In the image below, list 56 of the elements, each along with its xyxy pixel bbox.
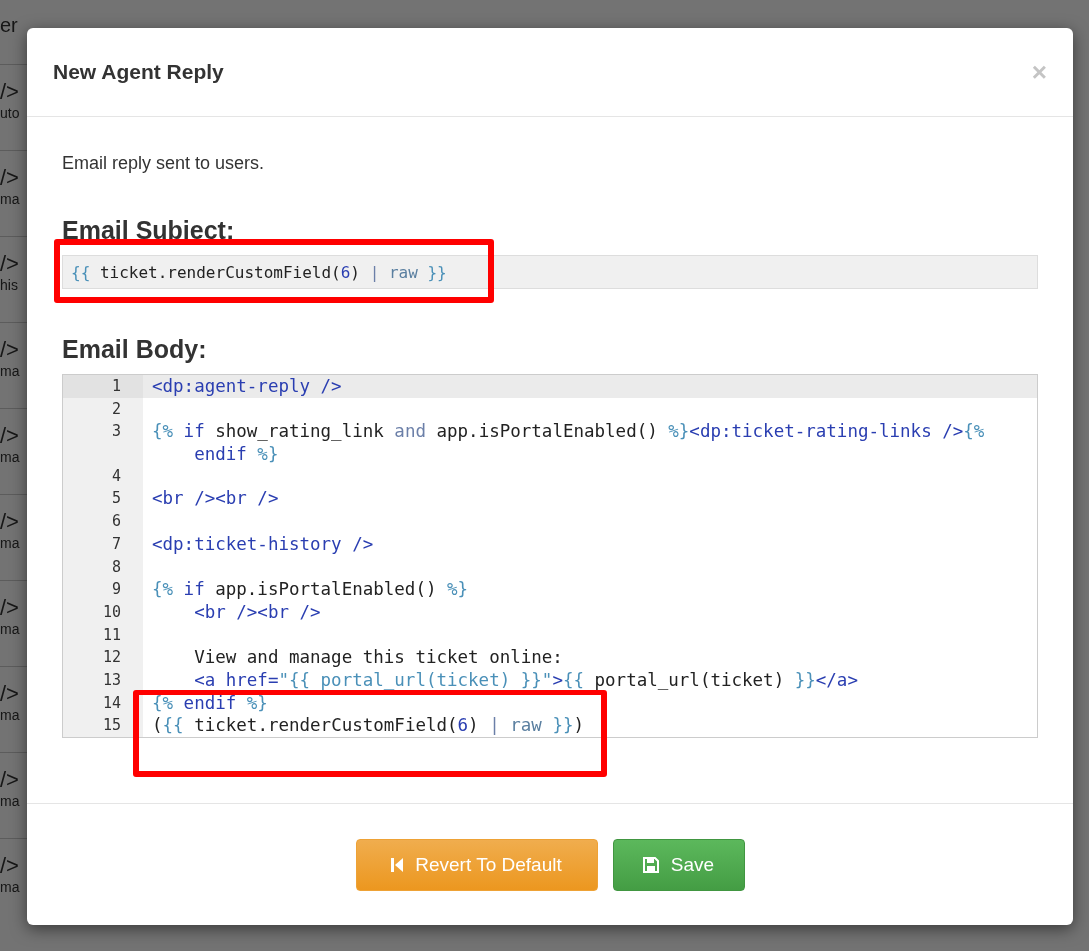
- code-line: <br /><br />: [193, 600, 322, 624]
- line-number: 12: [101, 647, 122, 669]
- code-line: ({{ ticket.renderCustomField(6) | raw }}): [151, 714, 586, 737]
- code-editor[interactable]: [62, 374, 1038, 738]
- background-text: his: [0, 277, 18, 293]
- line-number: 15: [101, 715, 122, 737]
- description-text: Email reply sent to users.: [62, 153, 266, 174]
- line-number: 5: [110, 488, 122, 510]
- background-text: />: [0, 767, 19, 793]
- line-number: 13: [101, 669, 122, 691]
- background-text: />: [0, 251, 19, 277]
- save-button[interactable]: Save: [612, 838, 745, 891]
- background-text: />: [0, 509, 19, 535]
- subject-field[interactable]: {{ ticket.renderCustomField(6) | raw }}: [62, 255, 1038, 289]
- background-text: ma: [0, 535, 20, 551]
- line-number: 2: [110, 398, 122, 420]
- background-text: er: [0, 14, 19, 38]
- skip-back-icon: [391, 856, 404, 873]
- background-text: ma: [0, 191, 20, 207]
- background-text: />: [0, 595, 19, 621]
- line-number: 11: [101, 624, 122, 646]
- section-heading: Email Body:: [62, 335, 208, 364]
- background-text: />: [0, 79, 19, 105]
- close-button[interactable]: ×: [1031, 56, 1047, 88]
- background-text: ma: [0, 793, 20, 809]
- code-line: <br /><br />: [151, 487, 280, 511]
- line-number: 9: [110, 579, 122, 601]
- background-text: ma: [0, 621, 20, 637]
- code-line: <dp:ticket-history />: [151, 532, 375, 556]
- background-text: />: [0, 681, 19, 707]
- background-text: uto: [0, 105, 20, 121]
- code-line: {% if app.isPortalEnabled() %}: [151, 578, 470, 601]
- code-line: <dp:agent-reply />: [151, 375, 343, 398]
- background-text: ma: [0, 707, 20, 723]
- line-number: 4: [110, 465, 122, 487]
- code-line: {% if show_rating_link and app.isPortalEnabled() %}<dp:ticket-rating-links />{% endif %}: [151, 420, 986, 465]
- background-text: />: [0, 165, 19, 191]
- dialog-title: New Agent Reply: [53, 60, 224, 84]
- background-text: />: [0, 337, 19, 363]
- background-text: ma: [0, 879, 20, 895]
- line-number: 10: [101, 601, 122, 623]
- background-text: />: [0, 853, 19, 879]
- line-number: 3: [110, 421, 122, 443]
- line-number: 6: [110, 511, 122, 533]
- line-number: 14: [101, 692, 122, 714]
- background-text: />: [0, 423, 19, 449]
- background-text: ma: [0, 363, 20, 379]
- code-line: {% endif %}: [151, 691, 269, 715]
- code-line: <a href="{{ portal_url(ticket) }}">{{ portal_url(ticket) }}</a>: [193, 668, 859, 692]
- line-number: 1: [63, 375, 143, 398]
- line-number: 7: [110, 533, 122, 555]
- revert-button[interactable]: Revert To Default: [355, 838, 598, 891]
- background-text: ma: [0, 449, 20, 465]
- line-number: 8: [110, 556, 122, 578]
- section-heading: Email Subject:: [62, 216, 236, 245]
- code-line: View and manage this ticket online:: [193, 646, 564, 669]
